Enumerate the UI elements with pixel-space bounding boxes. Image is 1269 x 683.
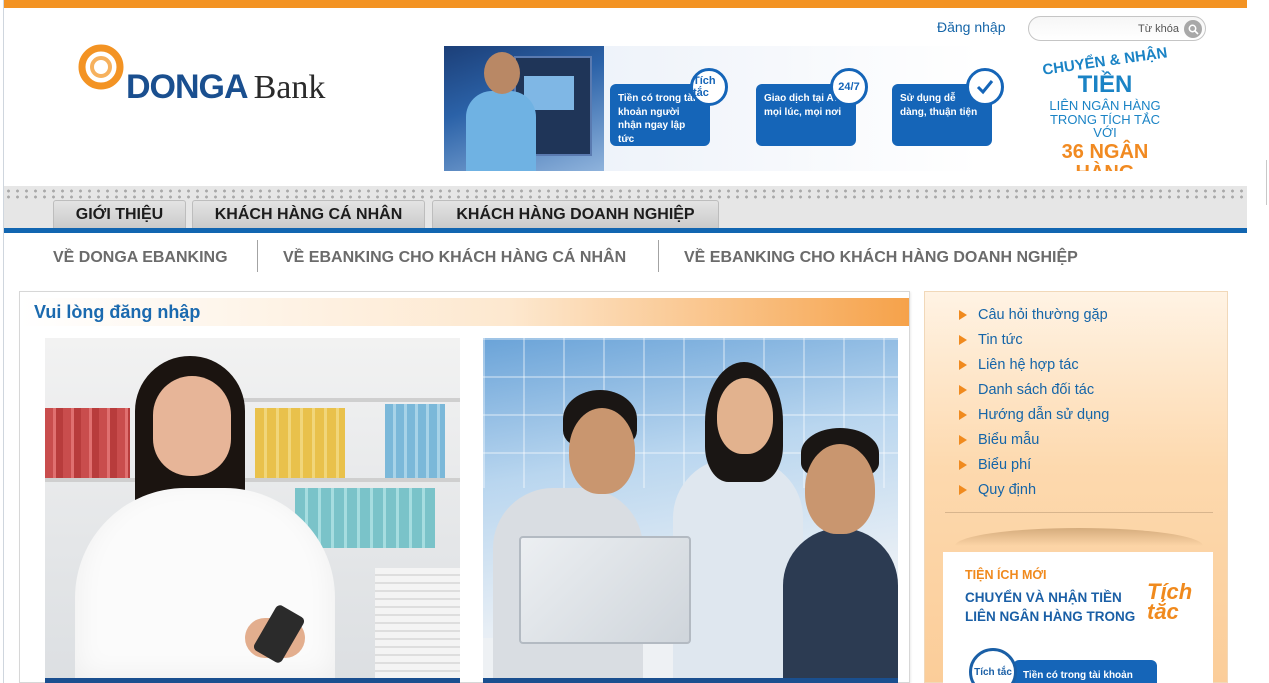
login-link[interactable]: Đăng nhập [937, 19, 1006, 35]
personal-login-card[interactable] [45, 338, 460, 683]
tab-khach-hang-doanh-nghiep[interactable]: KHÁCH HÀNG DOANH NGHIỆP [432, 200, 719, 228]
banner-atm-photo [444, 46, 604, 171]
triangle-bullet-icon [959, 335, 967, 345]
card-footer-bar [483, 678, 898, 683]
laptop-image [519, 536, 691, 644]
sidebar-link-regulations[interactable]: Quy định [959, 481, 1109, 506]
search-icon [1188, 24, 1199, 35]
logo-donga-text: DONGA [126, 68, 249, 106]
search-box [1028, 16, 1206, 41]
sidebar-divider [945, 512, 1213, 513]
card-footer-bar [45, 678, 460, 683]
triangle-bullet-icon [959, 460, 967, 470]
logo-mark-icon [78, 44, 124, 90]
promo-line-5: 36 NGÂN HÀNG [1061, 140, 1149, 171]
sidebar-link-label: Danh sách đối tác [978, 382, 1095, 398]
top-accent-bar [4, 0, 1247, 8]
subnav-divider [257, 240, 258, 272]
sidebar-link-partners[interactable]: Danh sách đối tác [959, 381, 1109, 406]
sidebar-links: Câu hỏi thường gặp Tin tức Liên hệ hợp t… [959, 306, 1109, 506]
promo-pill: Tiền có trong tài khoản [1013, 660, 1157, 683]
sidebar-link-guide[interactable]: Hướng dẫn sử dụng [959, 406, 1109, 431]
nav-underline [4, 228, 1247, 233]
triangle-bullet-icon [959, 485, 967, 495]
triangle-bullet-icon [959, 410, 967, 420]
sidebar-link-faq[interactable]: Câu hỏi thường gặp [959, 306, 1109, 331]
main-nav: GIỚI THIỆU KHÁCH HÀNG CÁ NHÂN KHÁCH HÀNG… [4, 186, 1247, 228]
tab-khach-hang-ca-nhan[interactable]: KHÁCH HÀNG CÁ NHÂN [192, 200, 425, 228]
promo-tichtac-badge-icon: Tích tắc [969, 648, 1017, 683]
search-input[interactable] [1039, 20, 1179, 38]
page: Đăng nhập DONGABank Tiền có trong tài kh… [3, 0, 1247, 683]
nav-dots-decoration-2 [4, 195, 1247, 199]
header-banner[interactable]: Tiền có trong tài khoản người nhận ngay … [444, 46, 1208, 171]
right-sidebar: Câu hỏi thường gặp Tin tức Liên hệ hợp t… [924, 291, 1228, 683]
promo-new-feature-label: TIỆN ÍCH MỚI [965, 568, 1047, 582]
triangle-bullet-icon [959, 385, 967, 395]
sidebar-link-forms[interactable]: Biểu mẫu [959, 431, 1109, 456]
checkmark-badge-icon [966, 68, 1004, 106]
triangle-bullet-icon [959, 435, 967, 445]
sidebar-link-label: Quy định [978, 482, 1037, 498]
sidebar-shadow-decoration [955, 528, 1203, 546]
sidebar-link-label: Tin tức [978, 332, 1023, 348]
sidebar-link-label: Câu hỏi thường gặp [978, 307, 1108, 323]
sidebar-link-fees[interactable]: Biểu phí [959, 456, 1109, 481]
triangle-bullet-icon [959, 360, 967, 370]
subnav-ebanking-ca-nhan[interactable]: VỀ EBANKING CHO KHÁCH HÀNG CÁ NHÂN [283, 249, 626, 267]
24-7-badge-icon: 24/7 [830, 68, 868, 106]
window-edge [1266, 160, 1267, 205]
logo-bank-text: Bank [253, 69, 326, 106]
promo-line-3: LIÊN NGÂN HÀNG [1049, 97, 1161, 113]
sidebar-link-label: Liên hệ hợp tác [978, 357, 1079, 373]
sidebar-link-label: Hướng dẫn sử dụng [978, 407, 1110, 423]
panel-title: Vui lòng đăng nhập [34, 302, 201, 322]
search-button[interactable] [1184, 20, 1202, 38]
panel-title-bar: Vui lòng đăng nhập [20, 298, 909, 326]
logo-wordmark: DONGA Bank [126, 68, 325, 107]
triangle-bullet-icon [959, 310, 967, 320]
woman-face-image [153, 376, 231, 476]
promo-transfer-label: CHUYỂN VÀ NHẬN TIỀN [965, 590, 1122, 605]
business-login-card[interactable] [483, 338, 898, 683]
sidebar-link-label: Biểu phí [978, 457, 1032, 473]
subnav-ve-donga-ebanking[interactable]: VỀ DONGA EBANKING [53, 249, 228, 267]
woman-face-image [717, 378, 773, 454]
nav-dots-decoration [4, 189, 1247, 193]
man-right-face-image [805, 444, 875, 534]
login-panel: Vui lòng đăng nhập [19, 291, 910, 683]
tichtac-badge-icon: Tích tắc [690, 68, 728, 106]
sidebar-link-news[interactable]: Tin tức [959, 331, 1109, 356]
promo-line-4: TRONG TÍCH TẮC VỚI [1049, 111, 1161, 141]
subnav-divider [658, 240, 659, 272]
man-head-image [484, 52, 520, 94]
checkmark-icon [976, 80, 994, 95]
sidebar-promo-banner[interactable]: TIỆN ÍCH MỚI CHUYỂN VÀ NHẬN TIỀN LIÊN NG… [943, 552, 1213, 683]
tab-gioi-thieu[interactable]: GIỚI THIỆU [53, 200, 186, 228]
subnav-ebanking-doanh-nghiep[interactable]: VỀ EBANKING CHO KHÁCH HÀNG DOANH NGHIỆP [684, 249, 1078, 267]
promo-interbank-label: LIÊN NGÂN HÀNG TRONG [965, 609, 1136, 624]
man-body-image [466, 91, 536, 171]
promo-tichtac-logo: Tích tắc [1147, 579, 1193, 624]
man-left-face-image [569, 408, 635, 494]
donga-bank-logo[interactable]: DONGA Bank [78, 44, 368, 114]
sidebar-link-partnership[interactable]: Liên hệ hợp tác [959, 356, 1109, 381]
man-right-suit-image [783, 528, 898, 683]
banner-promo-text: CHUYỂN & NHẬN TIỀN LIÊN NGÂN HÀNG TRONG … [1040, 46, 1170, 171]
sidebar-link-label: Biểu mẫu [978, 432, 1040, 448]
